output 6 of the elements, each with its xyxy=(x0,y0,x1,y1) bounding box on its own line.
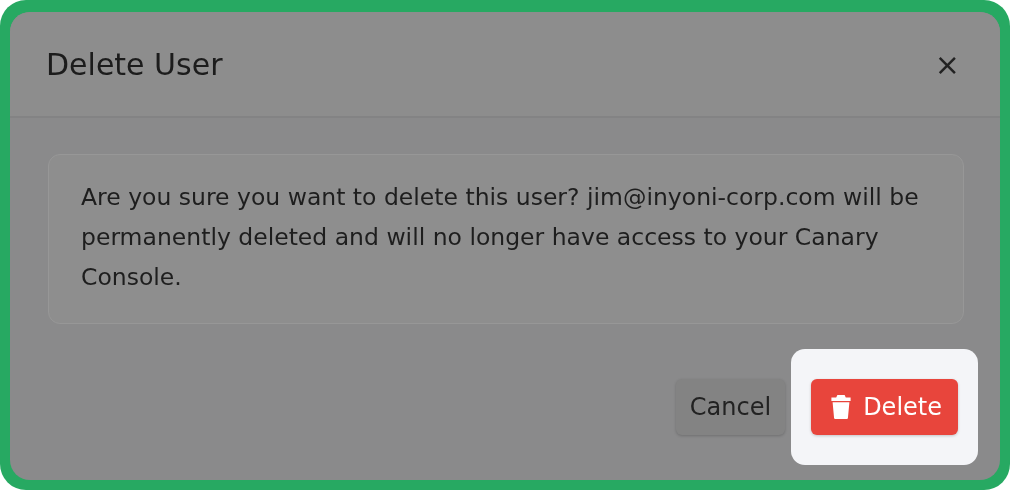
cancel-button[interactable]: Cancel xyxy=(675,379,786,435)
message-text: Are you sure you want to delete this user? jim@inyoni-corp.com will be permanently deleted and will no longer have access to your Canary Console. xyxy=(81,182,920,293)
close-button[interactable]: × xyxy=(930,46,964,82)
delete-button[interactable]: Delete xyxy=(811,379,958,435)
trash-icon xyxy=(831,395,852,419)
dialog-title: Delete User xyxy=(46,46,223,82)
